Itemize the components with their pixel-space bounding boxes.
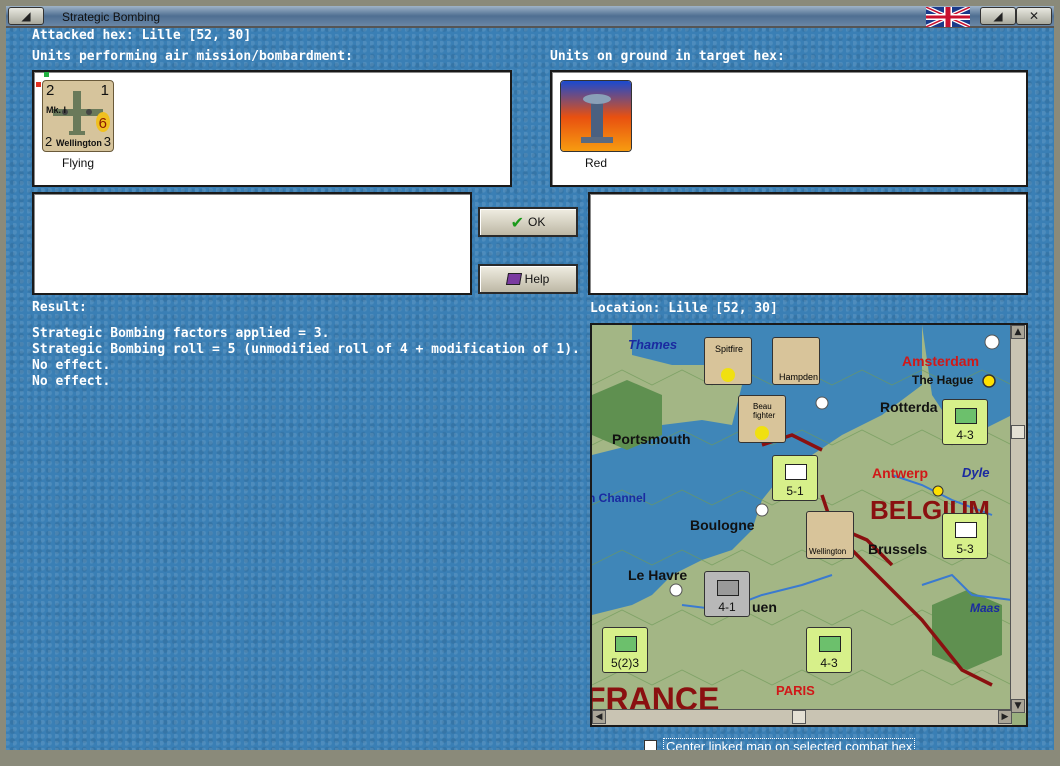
ground-units-heading: Units on ground in target hex: — [550, 49, 785, 64]
defender-details-panel — [588, 192, 1028, 295]
factory-target-card[interactable] — [560, 80, 632, 152]
map-label-rouen: uen — [752, 599, 777, 615]
map-horizontal-scrollbar[interactable]: ◀ ▶ — [592, 709, 1012, 725]
map-label-dyle: Dyle — [962, 465, 990, 480]
minimize-button[interactable]: ◢ — [8, 7, 44, 25]
readiness-circle-icon — [721, 368, 735, 382]
ground-unit-caption: Red — [584, 156, 607, 170]
result-text: Strategic Bombing factors applied = 3. S… — [32, 326, 580, 390]
map-counter-unit[interactable]: 4-3 — [806, 627, 852, 673]
map-label-the-hague: The Hague — [912, 373, 974, 387]
map-label-portsmouth: Portsmouth — [612, 431, 691, 447]
readiness-circle-icon — [755, 426, 769, 440]
map-label-thames: Thames — [628, 337, 678, 352]
scroll-down-icon[interactable]: ▼ — [1011, 699, 1025, 713]
result-heading: Result: — [32, 300, 87, 315]
map-label-channel: n Channel — [590, 491, 647, 505]
map-label-antwerp: Antwerp — [872, 465, 928, 481]
map-label-paris: PARIS — [776, 683, 815, 698]
scroll-right-icon[interactable]: ▶ — [998, 710, 1012, 724]
map-counter-unit[interactable]: 5-3 — [942, 513, 988, 559]
map-vertical-scrollbar[interactable]: ▲ ▼ — [1010, 325, 1026, 713]
window-title: Strategic Bombing — [62, 10, 161, 24]
bottom-frame — [6, 750, 1054, 760]
map-label-brussels: Brussels — [868, 541, 928, 557]
map-counter-unit[interactable]: 5-1 — [772, 455, 818, 501]
attacker-details-panel — [32, 192, 472, 295]
close-button[interactable]: ✕ — [1016, 7, 1052, 25]
map-counter-unit[interactable]: 4-3 — [942, 399, 988, 445]
location-heading: Location: Lille [52, 30] — [590, 301, 778, 316]
help-book-icon — [505, 273, 522, 285]
map-counter-unit[interactable]: 4-1 — [704, 571, 750, 617]
map-label-boulogne: Boulogne — [690, 517, 755, 533]
map-aircard-beaufighter[interactable]: Beau fighter — [738, 395, 786, 443]
restore-button[interactable]: ◢ — [980, 7, 1016, 25]
map-label-amsterdam: Amsterdam — [902, 353, 980, 369]
factory-icon — [561, 81, 631, 151]
ground-units-panel: Red — [550, 70, 1028, 187]
air-unit-caption: Flying — [61, 156, 94, 170]
map-label-maas: Maas — [970, 601, 1001, 615]
scroll-up-icon[interactable]: ▲ — [1011, 325, 1025, 339]
scroll-left-icon[interactable]: ◀ — [592, 710, 606, 724]
result-line: Strategic Bombing factors applied = 3. — [32, 326, 330, 341]
map-counter-unit[interactable]: 5(2)3 — [602, 627, 648, 673]
air-units-heading: Units performing air mission/bombardment… — [32, 49, 353, 64]
checkmark-icon: ✔ — [510, 212, 525, 232]
ok-button[interactable]: ✔ OK — [478, 207, 578, 237]
wellington-unit-card[interactable]: 2 1 Mk. I 6 2 Wellington 3 — [42, 80, 114, 152]
title-bar: ◢ Strategic Bombing ◢ ✕ — [6, 6, 1054, 28]
vertical-scroll-thumb[interactable] — [1011, 425, 1025, 439]
uk-flag-icon — [926, 7, 970, 27]
attacked-hex-label: Attacked hex: Lille [52, 30] — [32, 28, 252, 43]
help-button[interactable]: Help — [478, 264, 578, 294]
result-line: Strategic Bombing roll = 5 (unmodified r… — [32, 342, 580, 357]
result-line: No effect. — [32, 374, 111, 389]
strategic-bombing-window: ◢ Strategic Bombing ◢ ✕ Attacked hex: Li… — [0, 0, 1060, 766]
map-aircard-hampden[interactable]: Hampden — [772, 337, 820, 385]
map-label-le-havre: Le Havre — [628, 567, 688, 583]
map-aircard-spitfire[interactable]: Spitfire — [704, 337, 752, 385]
result-line: No effect. — [32, 358, 111, 373]
air-units-panel: 2 1 Mk. I 6 2 Wellington 3 Flying — [32, 70, 512, 187]
map-label-rotterdam: Rotterda — [880, 399, 938, 415]
map-aircard-wellington[interactable]: Wellington — [806, 511, 854, 559]
status-dot-icon — [36, 82, 41, 87]
linked-map[interactable]: Thames Amsterdam The Hague Rotterda Port… — [590, 323, 1028, 727]
status-dot-icon — [44, 72, 49, 77]
horizontal-scroll-thumb[interactable] — [792, 710, 806, 724]
